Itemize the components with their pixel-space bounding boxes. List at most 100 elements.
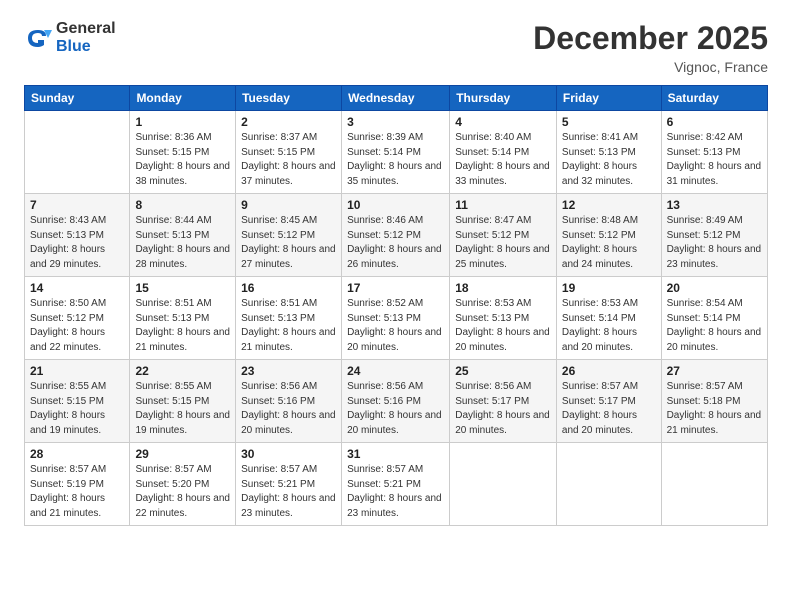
daylight-text: Daylight: 8 hours and 33 minutes. <box>455 161 550 187</box>
calendar-table: Sunday Monday Tuesday Wednesday Thursday… <box>24 85 768 526</box>
sunrise-text: Sunrise: 8:53 AM <box>562 298 638 309</box>
sunrise-text: Sunrise: 8:57 AM <box>667 381 743 392</box>
sunrise-text: Sunrise: 8:45 AM <box>241 215 317 226</box>
day-info: Sunrise: 8:57 AM Sunset: 5:19 PM Dayligh… <box>30 463 124 521</box>
daylight-text: Daylight: 8 hours and 21 minutes. <box>30 493 105 519</box>
day-info: Sunrise: 8:51 AM Sunset: 5:13 PM Dayligh… <box>241 297 336 355</box>
sunrise-text: Sunrise: 8:40 AM <box>455 132 531 143</box>
daylight-text: Daylight: 8 hours and 19 minutes. <box>30 410 105 436</box>
sunrise-text: Sunrise: 8:54 AM <box>667 298 743 309</box>
day-number: 19 <box>562 281 656 295</box>
day-info: Sunrise: 8:47 AM Sunset: 5:12 PM Dayligh… <box>455 214 551 272</box>
sunset-text: Sunset: 5:12 PM <box>562 230 636 241</box>
sunrise-text: Sunrise: 8:56 AM <box>347 381 423 392</box>
logo-general-text: General <box>56 20 116 38</box>
sunset-text: Sunset: 5:13 PM <box>455 313 529 324</box>
day-info: Sunrise: 8:36 AM Sunset: 5:15 PM Dayligh… <box>135 131 230 189</box>
day-info: Sunrise: 8:51 AM Sunset: 5:13 PM Dayligh… <box>135 297 230 355</box>
col-monday: Monday <box>130 86 236 111</box>
day-number: 9 <box>241 198 336 212</box>
day-info: Sunrise: 8:50 AM Sunset: 5:12 PM Dayligh… <box>30 297 124 355</box>
logo-icon <box>24 24 52 52</box>
day-number: 31 <box>347 447 444 461</box>
daylight-text: Daylight: 8 hours and 21 minutes. <box>241 327 336 353</box>
day-cell: 1 Sunrise: 8:36 AM Sunset: 5:15 PM Dayli… <box>130 111 236 194</box>
day-cell <box>25 111 130 194</box>
day-cell: 29 Sunrise: 8:57 AM Sunset: 5:20 PM Dayl… <box>130 443 236 526</box>
day-number: 15 <box>135 281 230 295</box>
sunrise-text: Sunrise: 8:44 AM <box>135 215 211 226</box>
day-cell: 30 Sunrise: 8:57 AM Sunset: 5:21 PM Dayl… <box>236 443 342 526</box>
daylight-text: Daylight: 8 hours and 19 minutes. <box>135 410 230 436</box>
day-info: Sunrise: 8:56 AM Sunset: 5:16 PM Dayligh… <box>241 380 336 438</box>
weekday-header-row: Sunday Monday Tuesday Wednesday Thursday… <box>25 86 768 111</box>
day-cell: 12 Sunrise: 8:48 AM Sunset: 5:12 PM Dayl… <box>556 194 661 277</box>
daylight-text: Daylight: 8 hours and 32 minutes. <box>562 161 637 187</box>
sunset-text: Sunset: 5:12 PM <box>347 230 421 241</box>
day-info: Sunrise: 8:39 AM Sunset: 5:14 PM Dayligh… <box>347 131 444 189</box>
day-info: Sunrise: 8:46 AM Sunset: 5:12 PM Dayligh… <box>347 214 444 272</box>
day-cell: 20 Sunrise: 8:54 AM Sunset: 5:14 PM Dayl… <box>661 277 767 360</box>
sunrise-text: Sunrise: 8:52 AM <box>347 298 423 309</box>
day-info: Sunrise: 8:52 AM Sunset: 5:13 PM Dayligh… <box>347 297 444 355</box>
sunset-text: Sunset: 5:21 PM <box>241 479 315 490</box>
sunset-text: Sunset: 5:17 PM <box>455 396 529 407</box>
day-number: 5 <box>562 115 656 129</box>
day-cell: 14 Sunrise: 8:50 AM Sunset: 5:12 PM Dayl… <box>25 277 130 360</box>
day-cell: 23 Sunrise: 8:56 AM Sunset: 5:16 PM Dayl… <box>236 360 342 443</box>
sunrise-text: Sunrise: 8:41 AM <box>562 132 638 143</box>
daylight-text: Daylight: 8 hours and 21 minutes. <box>135 327 230 353</box>
day-number: 13 <box>667 198 762 212</box>
daylight-text: Daylight: 8 hours and 26 minutes. <box>347 244 442 270</box>
day-info: Sunrise: 8:56 AM Sunset: 5:16 PM Dayligh… <box>347 380 444 438</box>
sunrise-text: Sunrise: 8:56 AM <box>241 381 317 392</box>
day-cell: 18 Sunrise: 8:53 AM Sunset: 5:13 PM Dayl… <box>450 277 557 360</box>
daylight-text: Daylight: 8 hours and 20 minutes. <box>241 410 336 436</box>
day-info: Sunrise: 8:49 AM Sunset: 5:12 PM Dayligh… <box>667 214 762 272</box>
day-number: 6 <box>667 115 762 129</box>
daylight-text: Daylight: 8 hours and 25 minutes. <box>455 244 550 270</box>
day-info: Sunrise: 8:57 AM Sunset: 5:21 PM Dayligh… <box>347 463 444 521</box>
logo-text: General Blue <box>56 20 116 55</box>
daylight-text: Daylight: 8 hours and 27 minutes. <box>241 244 336 270</box>
sunrise-text: Sunrise: 8:42 AM <box>667 132 743 143</box>
day-number: 27 <box>667 364 762 378</box>
sunset-text: Sunset: 5:12 PM <box>241 230 315 241</box>
sunset-text: Sunset: 5:14 PM <box>667 313 741 324</box>
day-number: 28 <box>30 447 124 461</box>
day-cell: 11 Sunrise: 8:47 AM Sunset: 5:12 PM Dayl… <box>450 194 557 277</box>
logo-blue-text: Blue <box>56 38 116 56</box>
sunrise-text: Sunrise: 8:57 AM <box>241 464 317 475</box>
sunset-text: Sunset: 5:21 PM <box>347 479 421 490</box>
day-number: 11 <box>455 198 551 212</box>
day-number: 10 <box>347 198 444 212</box>
day-info: Sunrise: 8:45 AM Sunset: 5:12 PM Dayligh… <box>241 214 336 272</box>
day-cell: 28 Sunrise: 8:57 AM Sunset: 5:19 PM Dayl… <box>25 443 130 526</box>
sunset-text: Sunset: 5:15 PM <box>30 396 104 407</box>
sunrise-text: Sunrise: 8:56 AM <box>455 381 531 392</box>
day-number: 1 <box>135 115 230 129</box>
day-info: Sunrise: 8:37 AM Sunset: 5:15 PM Dayligh… <box>241 131 336 189</box>
day-info: Sunrise: 8:43 AM Sunset: 5:13 PM Dayligh… <box>30 214 124 272</box>
day-info: Sunrise: 8:57 AM Sunset: 5:20 PM Dayligh… <box>135 463 230 521</box>
daylight-text: Daylight: 8 hours and 20 minutes. <box>562 327 637 353</box>
day-cell: 7 Sunrise: 8:43 AM Sunset: 5:13 PM Dayli… <box>25 194 130 277</box>
daylight-text: Daylight: 8 hours and 31 minutes. <box>667 161 762 187</box>
day-number: 16 <box>241 281 336 295</box>
daylight-text: Daylight: 8 hours and 22 minutes. <box>30 327 105 353</box>
sunrise-text: Sunrise: 8:46 AM <box>347 215 423 226</box>
sunrise-text: Sunrise: 8:51 AM <box>135 298 211 309</box>
sunrise-text: Sunrise: 8:51 AM <box>241 298 317 309</box>
daylight-text: Daylight: 8 hours and 24 minutes. <box>562 244 637 270</box>
day-number: 17 <box>347 281 444 295</box>
day-number: 25 <box>455 364 551 378</box>
daylight-text: Daylight: 8 hours and 20 minutes. <box>562 410 637 436</box>
sunset-text: Sunset: 5:13 PM <box>241 313 315 324</box>
sunset-text: Sunset: 5:13 PM <box>30 230 104 241</box>
month-title: December 2025 <box>533 20 768 57</box>
sunrise-text: Sunrise: 8:43 AM <box>30 215 106 226</box>
sunrise-text: Sunrise: 8:55 AM <box>30 381 106 392</box>
day-info: Sunrise: 8:44 AM Sunset: 5:13 PM Dayligh… <box>135 214 230 272</box>
day-number: 30 <box>241 447 336 461</box>
day-number: 18 <box>455 281 551 295</box>
